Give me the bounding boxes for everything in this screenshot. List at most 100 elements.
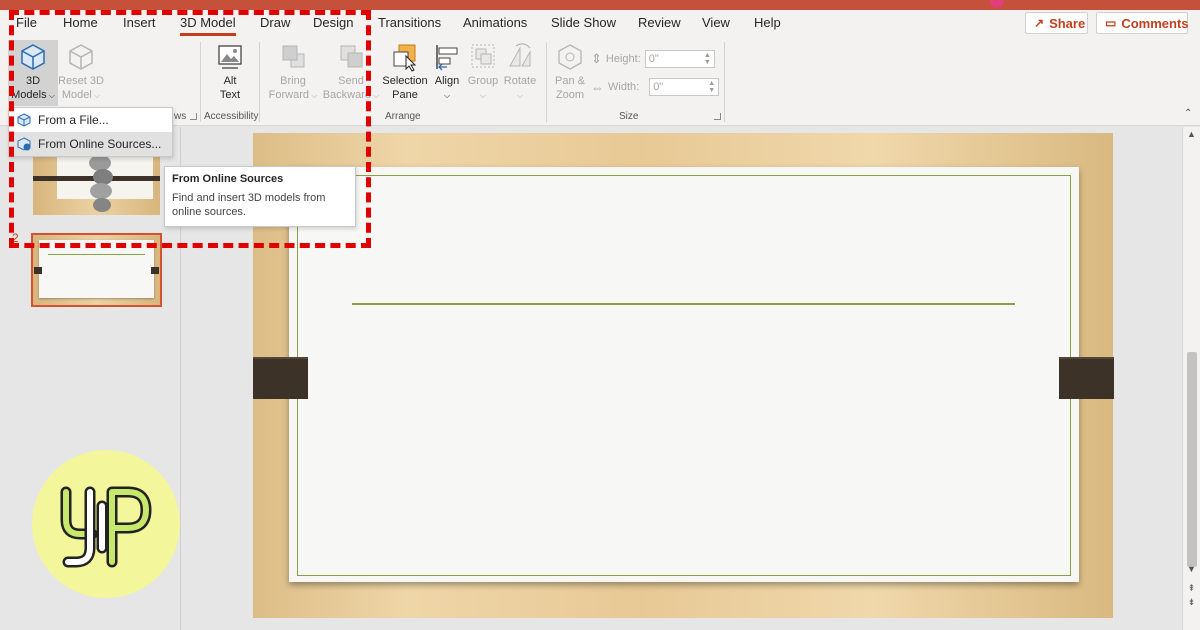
reset-label-line1: Reset 3D [58,75,104,87]
comments-button[interactable]: ▭ Comments [1096,12,1189,34]
profile-indicator [990,0,1004,8]
group-button[interactable]: Group ⌵ [466,42,500,103]
online-cube-icon [17,137,31,151]
tab-transitions[interactable]: Transitions [378,15,441,30]
tab-3d-model[interactable]: 3D Model [180,15,236,36]
scrollbar-thumb[interactable] [1187,352,1197,567]
tab-help[interactable]: Help [754,15,781,30]
share-button[interactable]: ↗ Share [1025,12,1088,34]
thumbnail-clip-left [34,267,42,274]
from-file-label: From a File... [38,113,109,127]
height-icon: ⇕ [591,51,602,66]
tab-view[interactable]: View [702,15,730,30]
group-label-views: ws [174,111,187,122]
chevron-down-icon: ⌵ [479,91,487,100]
tooltip: From Online Sources Find and insert 3D m… [164,166,356,227]
watermark-logo [32,450,180,598]
binder-clip-right [1059,357,1114,399]
reset-3d-model-button[interactable]: Reset 3D Model ⌵ [58,42,104,103]
previous-slide-icon[interactable]: ⇞ [1183,583,1200,594]
group-label: Group [467,75,499,87]
collapse-ribbon-icon[interactable]: ⌃ [1184,108,1192,119]
from-online-sources-label: From Online Sources... [38,137,162,151]
tab-animations[interactable]: Animations [463,15,527,30]
selection-pane-icon [393,44,417,72]
tab-review[interactable]: Review [638,15,681,30]
3d-models-label-line2: Models [11,89,47,101]
vertical-scrollbar[interactable]: ▲ ▼ ⇞ ⇟ [1182,127,1200,630]
tab-insert[interactable]: Insert [123,15,156,30]
pan-zoom-label-line1: Pan & [555,75,585,87]
send-backward-label-line2: Backward [322,89,371,101]
thumbnail-clip-right [151,267,159,274]
scroll-down-icon[interactable]: ▼ [1183,564,1200,574]
slide-border [297,175,1071,576]
group-separator [259,42,260,122]
spinner-icon: ▲ ▼ [703,52,711,66]
from-file-item[interactable]: From a File... [9,108,172,132]
chevron-down-icon: ⌵ [91,91,101,100]
bring-forward-button[interactable]: Bring Forward ⌵ [266,42,320,103]
tab-home[interactable]: Home [63,15,98,30]
selection-pane-label-line1: Selection [382,75,428,87]
tab-design[interactable]: Design [313,15,353,30]
height-value: 0" [648,53,659,65]
send-backward-button[interactable]: Send Backward ⌵ [322,42,380,103]
views-launcher-icon[interactable] [190,113,197,120]
3d-models-label-line1: 3D [25,75,41,87]
from-online-sources-item[interactable]: From Online Sources... [9,132,172,156]
align-button[interactable]: Align ⌵ [432,42,462,103]
bring-forward-label-line1: Bring [280,75,306,87]
width-input[interactable]: 0" ▲ ▼ [649,78,720,96]
title-bar [0,0,1200,10]
3d-models-dropdown: From a File... From Online Sources... [8,107,173,157]
height-label: Height: [605,53,641,65]
scroll-up-icon[interactable]: ▲ [1183,129,1200,139]
slide-number-2: 2 [12,231,19,245]
tab-slide-show[interactable]: Slide Show [551,15,616,30]
3d-models-button[interactable]: 3D Models ⌵ [8,40,58,106]
binder-clip-left [253,357,308,399]
alt-text-label-line2: Text [219,89,241,101]
tooltip-body: Find and insert 3D models from online so… [172,191,348,219]
group-label-arrange: Arrange [385,111,421,122]
pan-zoom-label-line2: Zoom [555,89,585,101]
alt-text-button[interactable]: Alt Text [210,42,250,102]
height-input[interactable]: 0" ▲ ▼ [644,50,715,68]
tab-file[interactable]: File [16,15,37,30]
chevron-down-icon: ⌵ [443,91,451,100]
menu-bar: File Home Insert 3D Model Draw Design Tr… [0,10,1200,38]
group-separator [200,42,201,122]
align-label: Align [434,75,460,87]
thumbnail-line [48,254,145,255]
selection-pane-button[interactable]: Selection Pane [381,42,429,102]
group-icon [471,44,495,68]
group-separator [546,42,547,122]
pan-zoom-button[interactable]: Pan & Zoom [552,42,588,102]
rotate-button[interactable]: Rotate ⌵ [502,42,538,103]
size-launcher-icon[interactable] [714,113,721,120]
align-icon [436,45,458,71]
cube-icon [21,44,45,70]
rotate-icon [509,43,531,67]
next-slide-icon[interactable]: ⇟ [1183,597,1200,608]
tab-draw[interactable]: Draw [260,15,290,30]
group-label-size: Size [619,111,639,122]
width-value: 0" [653,81,664,93]
send-backward-label-line1: Send [338,75,364,87]
slide-thumbnail-2[interactable] [31,233,162,307]
tooltip-title: From Online Sources [172,173,284,185]
tooltip-body-line1: Find and insert 3D models from [172,192,326,204]
width-row: ⇔ Width: 0" ▲ ▼ [591,78,720,96]
rotate-label: Rotate [503,75,537,87]
height-row: ⇕ Height: 0" ▲ ▼ [591,50,715,68]
reset-cube-icon [69,44,93,70]
pan-zoom-icon [558,44,582,70]
send-backward-icon [340,45,363,68]
alt-text-icon [218,45,242,69]
bring-forward-icon [282,45,305,68]
comment-icon: ▭ [1105,16,1117,30]
share-icon: ↗ [1034,16,1045,30]
share-label: Share [1049,15,1086,31]
tooltip-body-line2: online sources. [172,206,246,218]
